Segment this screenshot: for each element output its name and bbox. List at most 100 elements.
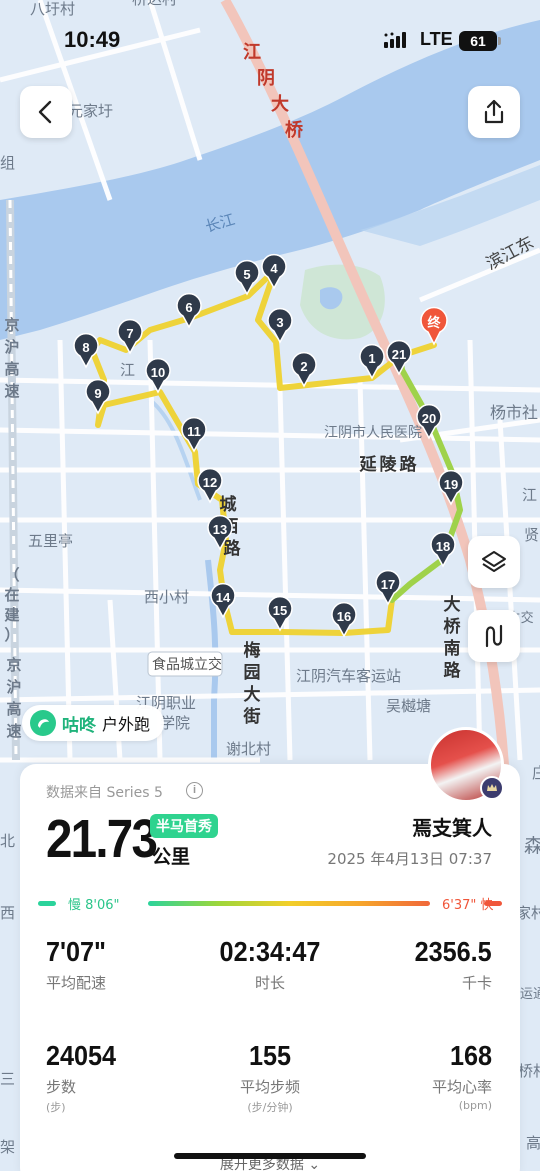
marker-number: 2: [300, 359, 307, 374]
place-label: 吴樾塘: [386, 697, 431, 715]
activity-mode: 户外跑: [102, 715, 151, 734]
road-label-char: 南: [444, 638, 461, 659]
road-label-char: 大: [271, 93, 289, 115]
road-label-char: 高: [6, 700, 21, 718]
place-label: 运通: [520, 987, 540, 1002]
metric-unit: (步/分钟): [247, 1101, 293, 1114]
marker-number: 11: [187, 424, 201, 439]
cellular-signal-icon: [384, 32, 406, 48]
road-label-char: 桥: [444, 617, 462, 637]
marker-number: 12: [203, 475, 217, 490]
layers-icon: [482, 551, 506, 572]
road-label-char: 路: [400, 454, 418, 475]
wave-path-icon: [485, 624, 503, 648]
road-label-char: 沪: [4, 338, 19, 356]
marker-number: 6: [185, 300, 192, 315]
place-label: 食品城立交: [152, 656, 222, 673]
place-label: 江: [522, 486, 537, 504]
marker-number: 20: [422, 411, 436, 426]
share-button[interactable]: [468, 86, 520, 138]
road-label-char: 京: [4, 316, 19, 334]
road-label-char: ）: [4, 626, 19, 644]
road-label-yanling-road: 延陵路: [359, 454, 418, 475]
place-label: 架: [0, 1138, 15, 1156]
end-label: 终: [427, 315, 441, 331]
pace-gradient: [148, 901, 430, 906]
metric-heart-rate: 168 平均心率 (bpm): [432, 1040, 492, 1112]
place-label: 五里亭: [28, 532, 73, 550]
road-label-char: 大: [244, 684, 261, 705]
status-bar: 10:49 LTE 61: [0, 24, 540, 58]
place-label: 江: [120, 361, 135, 379]
road-label-char: 梅: [244, 640, 261, 661]
road-label-char: 京: [6, 656, 21, 674]
marker-number: 21: [392, 347, 406, 362]
place-label: 谢北村: [226, 740, 271, 758]
status-time: 10:49: [64, 27, 121, 52]
road-label-char: 沪: [6, 678, 21, 696]
place-label: 学院: [160, 714, 190, 732]
slow-pace-label: 慢 8'06": [68, 898, 120, 913]
road-label-char: 高: [4, 360, 19, 378]
username[interactable]: 焉支箕人: [412, 812, 492, 841]
battery-icon: 61: [459, 31, 501, 51]
slow-pace-swatch: [38, 901, 56, 906]
road-label-char: 城: [220, 495, 237, 515]
run-summary-card: 数据来自 Series 5 i 21.73 半马首秀 公里 焉支箕人 2025 …: [20, 764, 520, 1171]
distance-unit: 公里: [152, 846, 191, 868]
marker-number: 4: [270, 261, 278, 276]
place-label: 杨市社: [490, 403, 538, 422]
metric-label: 平均心率: [431, 1078, 492, 1096]
first-half-marathon-badge: 半马首秀: [150, 814, 218, 838]
marker-number: 19: [444, 477, 458, 492]
road-label-char: 路: [444, 660, 462, 681]
pace-legend: 慢 8'06" 6'37" 快: [38, 894, 502, 914]
place-label: 组: [0, 154, 15, 172]
place-label: 元家圩: [68, 102, 113, 120]
home-indicator[interactable]: [174, 1153, 366, 1159]
road-label-char: 大: [444, 594, 461, 615]
metric-label: 平均配速: [46, 974, 107, 992]
marker-number: 10: [151, 365, 165, 380]
map-layers-button[interactable]: [468, 536, 520, 588]
metric-unit: (bpm): [458, 1099, 492, 1112]
place-label: 森: [524, 835, 540, 857]
marker-number: 18: [436, 539, 450, 554]
road-label-char: 建: [4, 606, 20, 624]
marker-number: 8: [82, 340, 89, 355]
road-label-char: 桥: [285, 119, 304, 141]
road-label-char: 在: [4, 586, 19, 604]
road-label-char: 速: [6, 722, 21, 740]
marker-number: 1: [368, 351, 375, 366]
metric-avg-pace: 7'07" 平均配速: [46, 936, 113, 993]
place-label: 桥达村: [132, 0, 177, 8]
info-icon[interactable]: i: [186, 782, 203, 799]
road-label-char: 延: [359, 454, 378, 475]
place-label: 江阴市人民医院: [324, 424, 422, 441]
chevron-left-icon: [38, 100, 52, 124]
metric-label: 千卡: [461, 974, 492, 992]
marker-number: 3: [276, 315, 283, 330]
metric-label: 时长: [254, 974, 285, 992]
elevation-toggle-button[interactable]: [468, 610, 520, 662]
place-label: 西: [0, 904, 15, 922]
road-label-char: 陵: [380, 454, 398, 475]
road-label-char: 园: [244, 663, 261, 683]
road-label-char: 速: [4, 382, 19, 400]
marker-number: 14: [216, 590, 231, 605]
place-label: 北: [0, 832, 15, 850]
metric-value: 24054: [46, 1040, 117, 1071]
road-label-char: 阴: [257, 68, 275, 89]
road-label-char: 街: [243, 706, 261, 727]
metric-value: 7'07": [46, 936, 106, 967]
metric-label: 步数: [46, 1078, 77, 1096]
marker-number: 13: [213, 522, 227, 537]
place-label: 桥村: [518, 1062, 540, 1080]
metric-cadence: 155 平均步频 (步/分钟): [240, 1040, 300, 1115]
app-brand-tag: 咕咚 户外跑: [22, 705, 165, 741]
expand-more-label: 展开更多数据: [219, 1157, 304, 1171]
back-button[interactable]: [20, 86, 72, 138]
metric-unit: (步): [46, 1101, 66, 1114]
place-label: 贤: [524, 526, 539, 544]
marker-number: 16: [337, 609, 351, 624]
